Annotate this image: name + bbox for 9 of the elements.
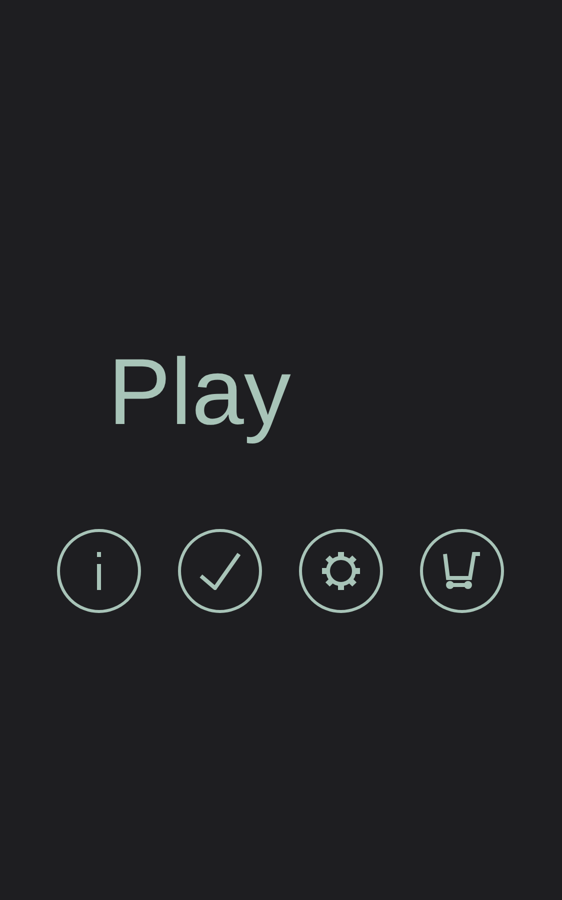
gear-icon: [321, 551, 361, 592]
play-title[interactable]: Play: [108, 340, 291, 444]
cart-button[interactable]: [420, 529, 504, 614]
info-button[interactable]: [57, 529, 141, 614]
check-button[interactable]: [178, 529, 262, 614]
checkmark-icon: [199, 552, 241, 590]
info-icon: [96, 552, 102, 590]
cart-icon: [442, 552, 482, 590]
gear-button[interactable]: [299, 529, 383, 614]
